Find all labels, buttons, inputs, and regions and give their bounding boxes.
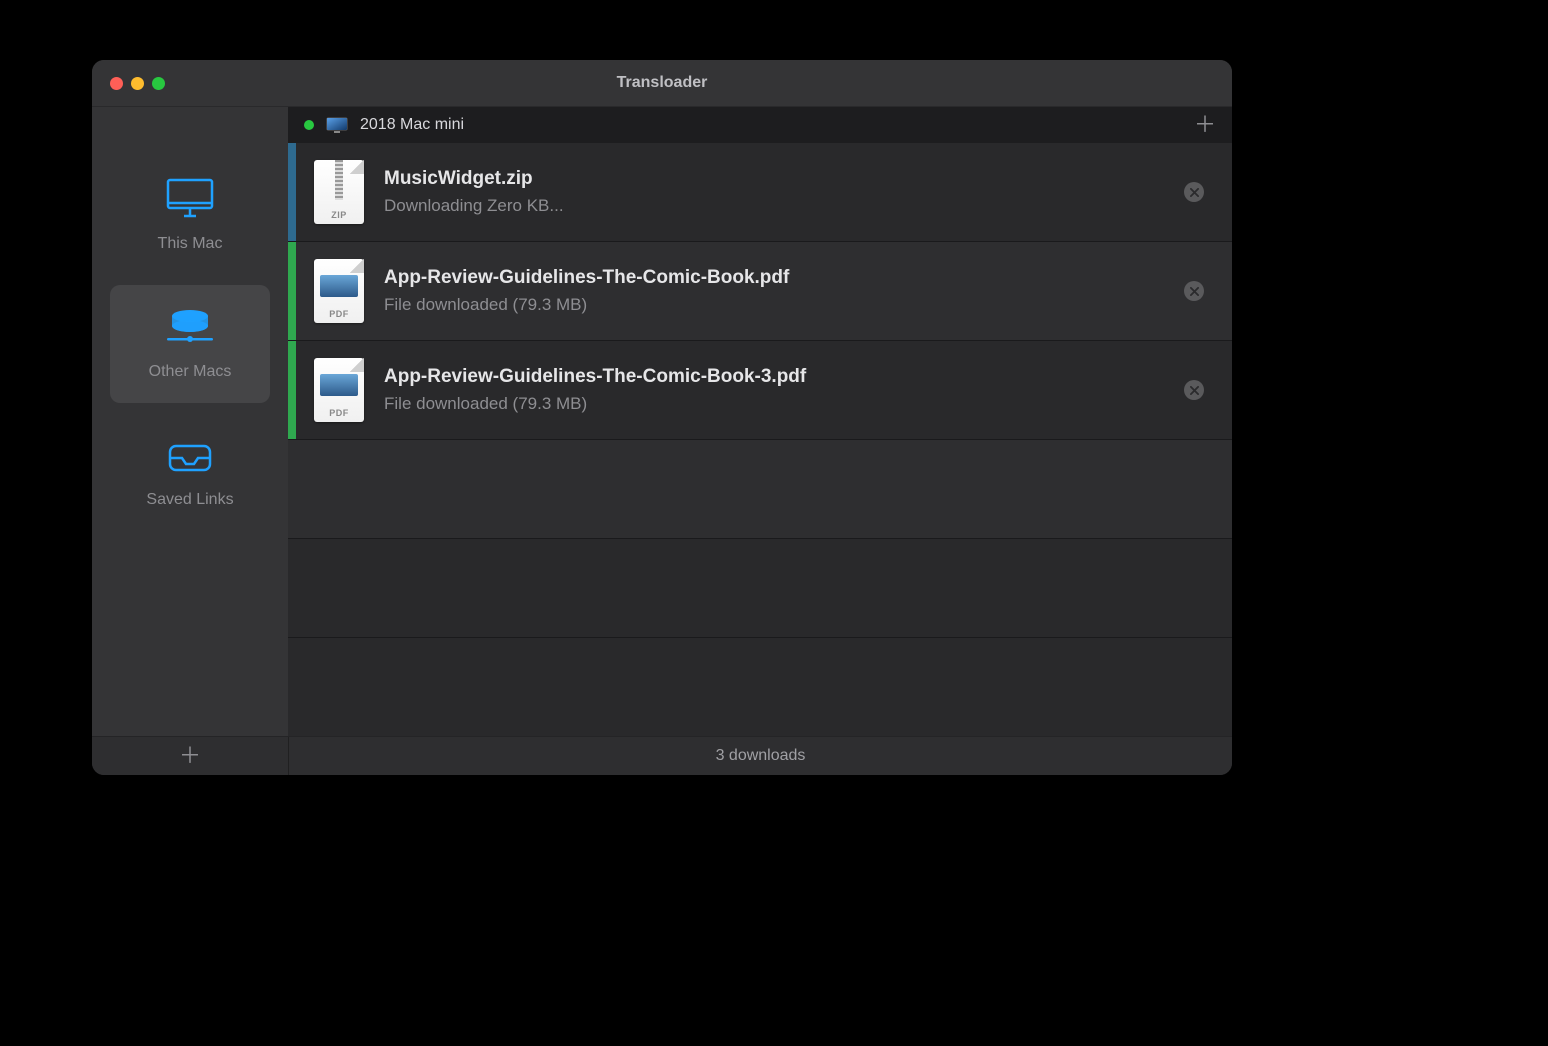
sidebar: This Mac Other Macs xyxy=(92,107,288,736)
add-download-button[interactable]: ＋ xyxy=(1194,114,1216,136)
download-row[interactable]: ZIP MusicWidget.zip Downloading Zero KB.… xyxy=(288,143,1232,242)
empty-row xyxy=(288,440,1232,539)
sidebar-item-label: Other Macs xyxy=(149,363,232,381)
file-type-icon: PDF xyxy=(314,259,364,323)
status-stripe-icon xyxy=(288,242,296,340)
titlebar: Transloader xyxy=(92,60,1232,107)
remove-download-button[interactable] xyxy=(1184,182,1204,202)
app-window: Transloader This Mac xyxy=(92,60,1232,775)
remove-download-button[interactable] xyxy=(1184,281,1204,301)
empty-row xyxy=(288,539,1232,638)
file-type-icon: PDF xyxy=(314,358,364,422)
drive-stack-icon xyxy=(165,308,215,353)
sidebar-item-label: This Mac xyxy=(158,235,223,253)
footer: ＋ 3 downloads xyxy=(92,736,1232,775)
download-row[interactable]: PDF App-Review-Guidelines-The-Comic-Book… xyxy=(288,341,1232,440)
status-dot-icon xyxy=(304,120,314,130)
sidebar-item-saved-links[interactable]: Saved Links xyxy=(110,415,270,533)
file-status: File downloaded (79.3 MB) xyxy=(384,295,1184,315)
download-row[interactable]: PDF App-Review-Guidelines-The-Comic-Book… xyxy=(288,242,1232,341)
status-stripe-icon xyxy=(288,143,296,241)
file-status: Downloading Zero KB... xyxy=(384,196,1184,216)
minimize-window-button[interactable] xyxy=(131,77,144,90)
display-icon xyxy=(326,117,348,133)
imac-icon xyxy=(162,176,218,225)
inbox-icon xyxy=(166,440,214,481)
traffic-lights xyxy=(92,77,165,90)
content-pane: 2018 Mac mini ＋ ZIP MusicWidget.zip xyxy=(288,107,1232,736)
footer-status: 3 downloads xyxy=(289,747,1232,765)
zoom-window-button[interactable] xyxy=(152,77,165,90)
file-type-icon: ZIP xyxy=(314,160,364,224)
file-status: File downloaded (79.3 MB) xyxy=(384,394,1184,414)
status-stripe-icon xyxy=(288,341,296,439)
device-header[interactable]: 2018 Mac mini ＋ xyxy=(288,107,1232,143)
downloads-list: ZIP MusicWidget.zip Downloading Zero KB.… xyxy=(288,143,1232,736)
file-name: App-Review-Guidelines-The-Comic-Book.pdf xyxy=(384,267,1184,289)
remove-download-button[interactable] xyxy=(1184,380,1204,400)
file-name: App-Review-Guidelines-The-Comic-Book-3.p… xyxy=(384,366,1184,388)
file-name: MusicWidget.zip xyxy=(384,168,1184,190)
window-title: Transloader xyxy=(92,74,1232,92)
close-window-button[interactable] xyxy=(110,77,123,90)
sidebar-item-this-mac[interactable]: This Mac xyxy=(110,155,270,273)
sidebar-item-other-macs[interactable]: Other Macs xyxy=(110,285,270,403)
sidebar-item-label: Saved Links xyxy=(146,491,233,509)
sidebar-add-button[interactable]: ＋ xyxy=(179,745,201,767)
device-name: 2018 Mac mini xyxy=(360,116,1182,134)
